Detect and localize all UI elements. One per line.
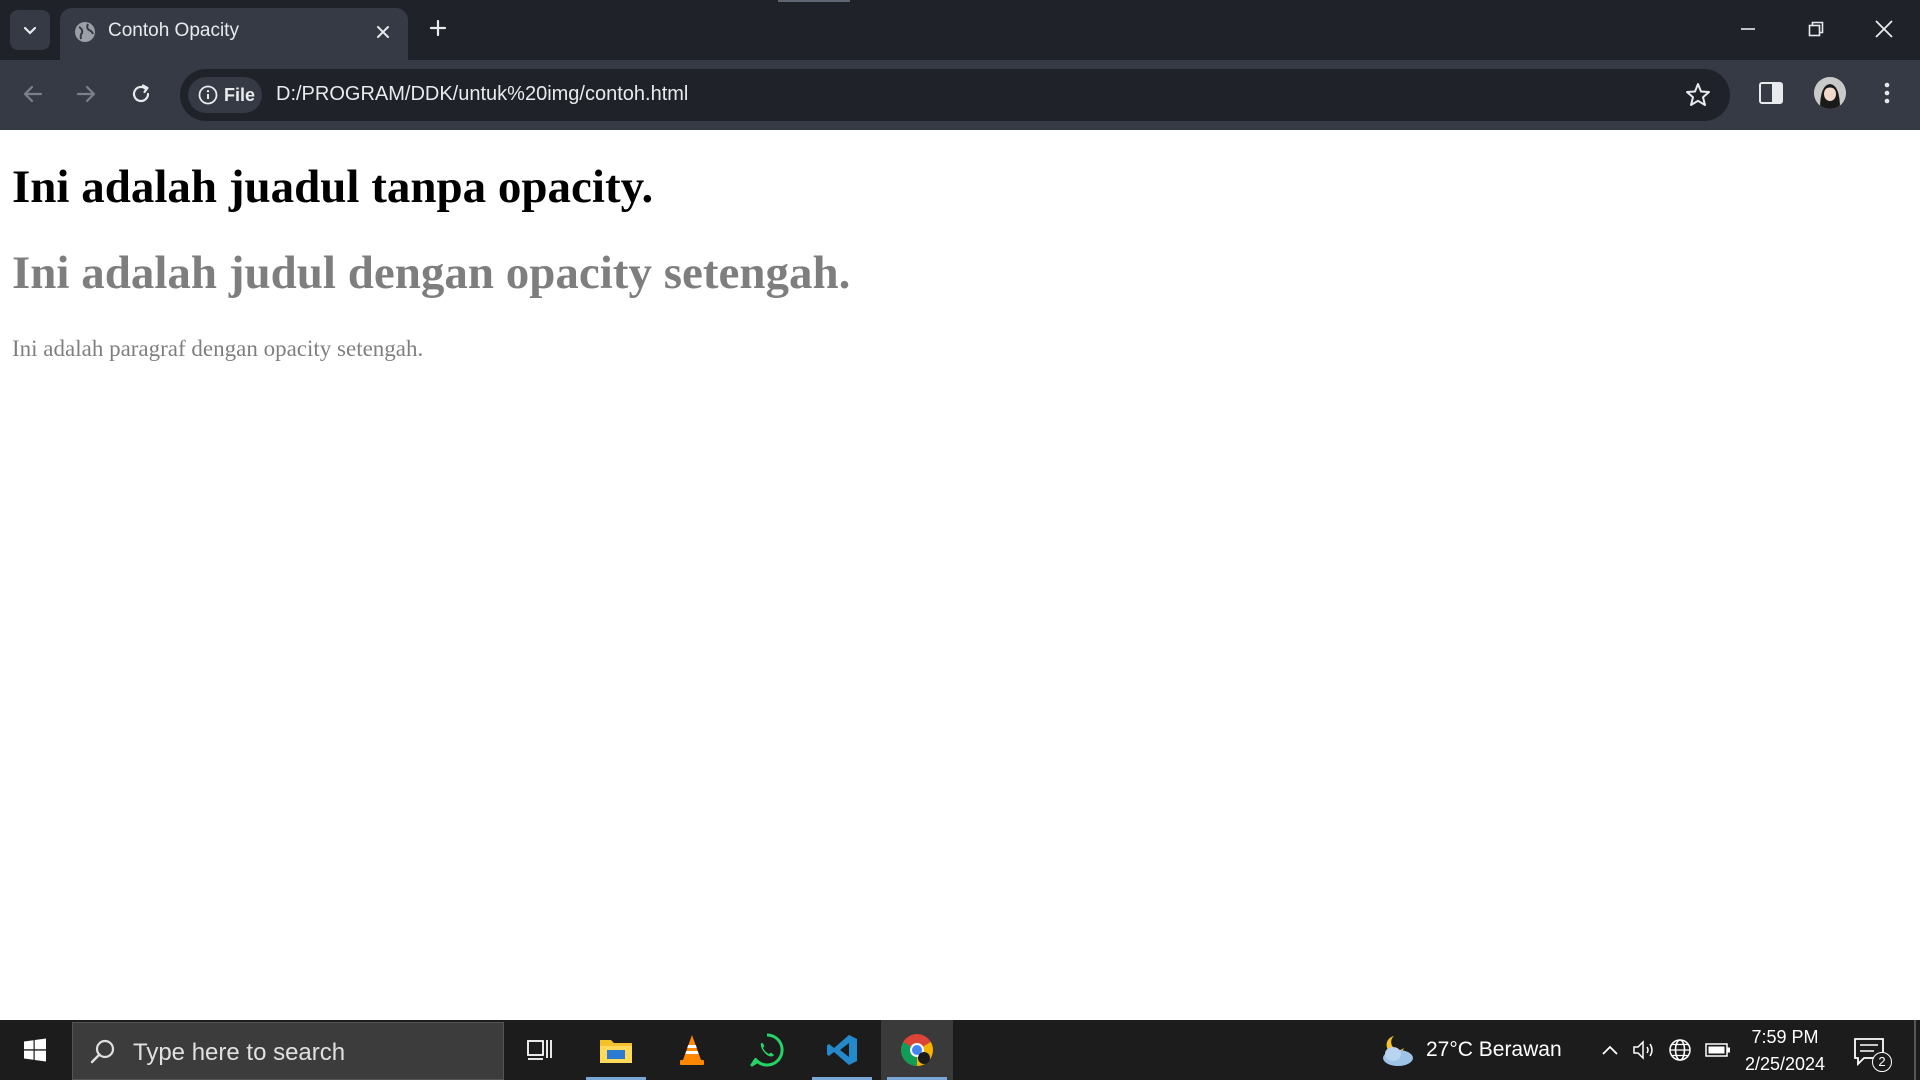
close-icon bbox=[377, 26, 389, 38]
tabstrip-drag-indicator bbox=[778, 0, 850, 2]
volume-button[interactable] bbox=[1630, 1036, 1658, 1064]
reload-icon bbox=[132, 84, 150, 103]
close-window-button[interactable] bbox=[1850, 0, 1918, 58]
folder-icon bbox=[600, 1040, 632, 1063]
battery-icon bbox=[1705, 1043, 1730, 1057]
whatsapp-app[interactable] bbox=[731, 1020, 803, 1080]
windows-logo-icon bbox=[24, 1038, 46, 1062]
restore-button[interactable] bbox=[1782, 0, 1850, 58]
arrow-right-icon bbox=[76, 85, 96, 103]
speaker-icon bbox=[1633, 1040, 1653, 1060]
plus-icon bbox=[429, 19, 447, 37]
arrow-left-icon bbox=[23, 85, 43, 103]
site-info-label: File bbox=[224, 85, 256, 105]
tab-search-button[interactable] bbox=[10, 10, 50, 50]
paragraph-half-opacity: Ini adalah paragraf dengan opacity seten… bbox=[12, 336, 424, 361]
star-icon[interactable] bbox=[1684, 81, 1712, 109]
globe-icon bbox=[75, 22, 95, 42]
task-view-icon bbox=[527, 1040, 552, 1060]
show-hidden-icons-button[interactable] bbox=[1596, 1036, 1624, 1064]
vscode-icon bbox=[827, 1035, 857, 1065]
browser-toolbar: File D:/PROGRAM/DDK/untuk%20img/contoh.h… bbox=[0, 60, 1920, 130]
whatsapp-icon bbox=[750, 1033, 784, 1067]
heading-no-opacity: Ini adalah juadul tanpa opacity. bbox=[12, 161, 654, 213]
search-placeholder: Type here to search bbox=[133, 1039, 346, 1066]
notification-count-badge: 2 bbox=[1872, 1052, 1892, 1072]
chevron-down-icon bbox=[23, 26, 37, 35]
restore-icon bbox=[1808, 21, 1824, 37]
minimize-icon bbox=[1741, 28, 1755, 30]
tab-close-button[interactable] bbox=[370, 19, 396, 45]
minimize-button[interactable] bbox=[1714, 0, 1782, 58]
profile-avatar[interactable] bbox=[1814, 77, 1846, 109]
vlc-app[interactable] bbox=[656, 1020, 728, 1080]
web-page-content: Ini adalah juadul tanpa opacity. Ini ada… bbox=[0, 130, 1920, 1020]
chevron-up-icon bbox=[1602, 1045, 1618, 1055]
file-explorer-app[interactable] bbox=[580, 1020, 652, 1080]
side-panel-icon[interactable] bbox=[1756, 78, 1786, 108]
more-vertical-icon bbox=[1884, 82, 1890, 104]
tab-contoh-opacity[interactable]: Contoh Opacity bbox=[60, 8, 408, 60]
back-button[interactable] bbox=[13, 74, 53, 114]
taskbar-search-box[interactable]: Type here to search bbox=[72, 1022, 504, 1080]
browser-tabstrip: Contoh Opacity bbox=[0, 0, 1920, 60]
windows-taskbar: Type here to search 27°C Berawan 7:59 PM… bbox=[0, 1020, 1920, 1080]
avatar-icon bbox=[1814, 77, 1846, 109]
forward-button[interactable] bbox=[66, 74, 106, 114]
address-bar[interactable]: File D:/PROGRAM/DDK/untuk%20img/contoh.h… bbox=[180, 69, 1730, 121]
vlc-cone-icon bbox=[680, 1035, 704, 1065]
browser-menu-button[interactable] bbox=[1872, 75, 1902, 111]
partly-cloudy-night-icon[interactable] bbox=[1376, 1032, 1416, 1068]
site-info-chip[interactable]: File bbox=[188, 77, 262, 113]
clock-date: 2/25/2024 bbox=[1744, 1054, 1826, 1074]
show-desktop-button[interactable] bbox=[1914, 1020, 1916, 1080]
chrome-app[interactable] bbox=[881, 1020, 953, 1080]
weather-text[interactable]: 27°C Berawan bbox=[1426, 1038, 1562, 1062]
chrome-icon bbox=[901, 1034, 933, 1066]
clock-time: 7:59 PM bbox=[1751, 1027, 1819, 1047]
battery-button[interactable] bbox=[1704, 1036, 1732, 1064]
close-icon bbox=[1875, 20, 1893, 38]
info-icon bbox=[198, 85, 218, 105]
tab-title: Contoh Opacity bbox=[108, 20, 239, 41]
url-text[interactable]: D:/PROGRAM/DDK/untuk%20img/contoh.html bbox=[276, 83, 688, 106]
start-button[interactable] bbox=[0, 1020, 70, 1080]
globe-network-icon bbox=[1669, 1039, 1691, 1061]
task-view-button[interactable] bbox=[504, 1020, 576, 1080]
heading-half-opacity: Ini adalah judul dengan opacity setengah… bbox=[12, 247, 851, 299]
search-icon bbox=[90, 1039, 115, 1064]
vscode-app[interactable] bbox=[806, 1020, 878, 1080]
network-button[interactable] bbox=[1666, 1036, 1694, 1064]
reload-button[interactable] bbox=[121, 74, 161, 114]
new-tab-button[interactable] bbox=[420, 10, 456, 46]
taskbar-clock[interactable]: 7:59 PM 2/25/2024 bbox=[1740, 1024, 1830, 1078]
